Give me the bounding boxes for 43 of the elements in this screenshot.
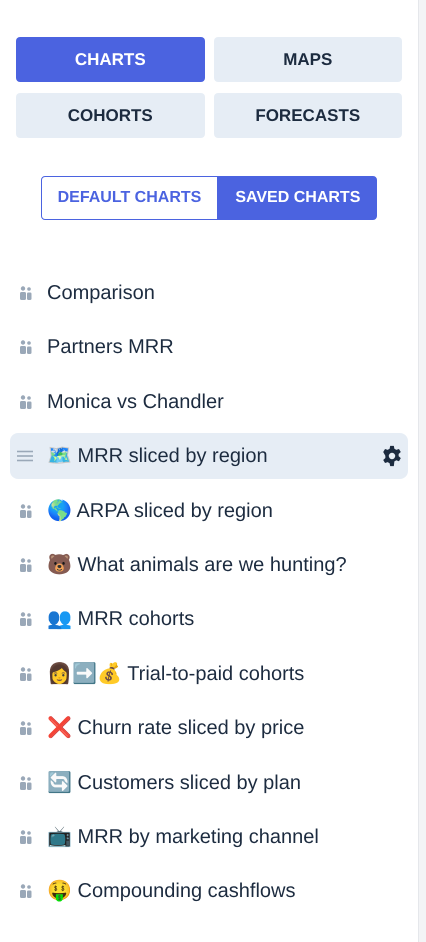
drag-handle-icon[interactable] [17,450,33,462]
chart-list-item[interactable]: Partners MRR [10,324,408,370]
chart-title: 🌎 ARPA sliced by region [47,498,274,524]
people-icon [18,666,32,681]
chart-title: Monica vs Chandler [47,390,225,415]
category-tab[interactable]: FORECASTS [214,93,402,138]
people-icon [18,776,32,790]
chart-list-item[interactable]: Monica vs Chandler [10,378,408,425]
chart-list-item[interactable]: 🗺 MRR sliced by region [10,433,408,480]
people-icon [18,884,32,898]
chart-list-item[interactable]: 👥 MRR cohorts [10,596,408,642]
people-icon [18,340,32,354]
chart-list-item[interactable]: 🤑 Compounding cashflows [10,868,408,914]
chart-list-item[interactable]: 📺 MRR by marketing channel [10,814,408,860]
people-icon [18,612,32,626]
chart-title: ❌ Churn rate sliced by price [47,715,306,742]
people-icon [18,558,32,572]
chart-title: Partners MRR [47,335,175,360]
people-icon [18,504,32,518]
chart-list-item[interactable]: 🐻 What animals are we hunting? [10,542,408,588]
people-icon [18,830,32,844]
chart-title: 🤑 Compounding cashflows [47,878,296,904]
chart-list-item[interactable]: 👩➡💰 Trial-to-paid cohorts [10,650,408,697]
category-tab[interactable]: COHORTS [16,93,204,138]
people-icon [18,721,32,736]
people-icon [18,394,32,409]
chart-title: Comparison [47,281,156,306]
chart-title: 🔄 Customers sliced by plan [47,770,302,796]
chart-title: 👥 MRR cohorts [47,607,196,632]
category-tab[interactable]: MAPS [214,37,402,82]
chart-set-tab[interactable]: DEFAULT CHARTS [40,176,218,220]
settings-icon[interactable] [381,445,403,468]
category-tab[interactable]: CHARTS [16,37,204,82]
people-icon [18,286,32,300]
chart-set-tab[interactable]: SAVED CHARTS [218,176,378,220]
chart-title: 🗺 MRR sliced by region [47,444,269,470]
chart-title: 🐻 What animals are we hunting? [47,552,348,578]
chart-list-item[interactable]: ❌ Churn rate sliced by price [10,705,408,752]
chart-title: 📺 MRR by marketing channel [47,824,320,850]
chart-list-item[interactable]: 🌎 ARPA sliced by region [10,488,408,534]
chart-title: 👩➡💰 Trial-to-paid cohorts [47,661,306,687]
chart-list-item[interactable]: 🔄 Customers sliced by plan [10,760,408,806]
chart-list-item[interactable]: Comparison [10,270,408,316]
